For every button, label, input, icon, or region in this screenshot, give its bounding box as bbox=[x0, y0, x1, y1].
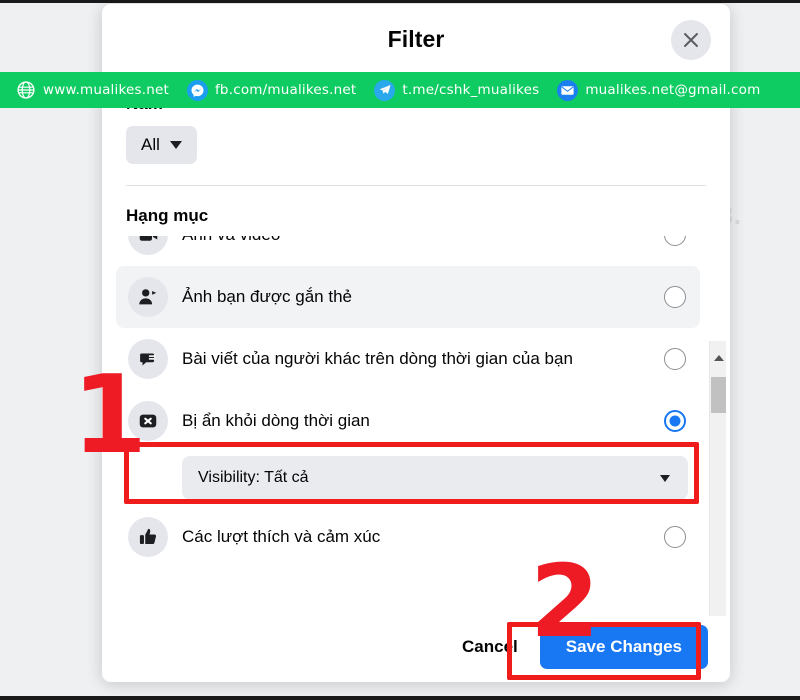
year-select-value: All bbox=[141, 135, 160, 154]
thumbs-up-icon bbox=[128, 517, 168, 557]
list-item[interactable]: Bị ẩn khỏi dòng thời gian bbox=[116, 390, 700, 452]
year-select[interactable]: All bbox=[126, 126, 197, 164]
list-item-radio[interactable] bbox=[664, 286, 686, 308]
list-item[interactable]: Bài viết của người khác trên dòng thời g… bbox=[116, 328, 700, 390]
list-item-radio[interactable] bbox=[664, 236, 686, 246]
chevron-down-icon bbox=[169, 141, 182, 149]
modal-title: Filter bbox=[387, 26, 445, 52]
banner-item-website[interactable]: www.mualikes.net bbox=[6, 80, 178, 101]
cancel-button[interactable]: Cancel bbox=[448, 627, 532, 667]
category-list-viewport: Ảnh và video Ảnh bạn được gắn thẻ bbox=[102, 236, 730, 616]
banner-item-email[interactable]: mualikes.net@gmail.com bbox=[548, 79, 769, 101]
globe-icon bbox=[15, 80, 36, 101]
list-item-label: Ảnh và video bbox=[182, 236, 650, 246]
list-item[interactable]: Các lượt thích và cảm xúc bbox=[116, 506, 700, 568]
category-list: Ảnh và video Ảnh bạn được gắn thẻ bbox=[116, 236, 700, 568]
telegram-icon bbox=[374, 79, 396, 101]
list-item[interactable]: Ảnh và video bbox=[116, 236, 700, 266]
save-changes-button[interactable]: Save Changes bbox=[539, 625, 708, 669]
email-icon bbox=[557, 79, 579, 101]
visibility-select-value: Visibility: Tất cả bbox=[198, 469, 309, 486]
list-item-radio[interactable] bbox=[664, 526, 686, 548]
frame-bottom-border bbox=[0, 696, 800, 700]
scrollbar-thumb[interactable] bbox=[711, 377, 726, 413]
banner-item-label: mualikes.net@gmail.com bbox=[585, 82, 761, 98]
list-item-label: Ảnh bạn được gắn thẻ bbox=[182, 286, 352, 306]
x-square-icon bbox=[128, 401, 168, 441]
watermark-banner: www.mualikes.net fb.com/mualikes.net t.m… bbox=[0, 72, 800, 108]
person-tag-icon bbox=[128, 277, 168, 317]
list-item-label: Bài viết của người khác trên dòng thời g… bbox=[182, 348, 573, 368]
category-heading: Hạng mục bbox=[126, 206, 209, 225]
comment-bubble-icon bbox=[128, 339, 168, 379]
list-item-radio[interactable] bbox=[664, 410, 686, 432]
frame-top-border bbox=[0, 0, 800, 3]
messenger-icon bbox=[186, 79, 208, 101]
banner-item-label: www.mualikes.net bbox=[43, 82, 169, 98]
list-item-label: Các lượt thích và cảm xúc bbox=[182, 526, 381, 546]
modal-footer: Cancel Save Changes bbox=[102, 616, 730, 682]
scroll-up-arrow-icon[interactable] bbox=[710, 349, 727, 366]
close-icon[interactable] bbox=[671, 19, 711, 60]
list-item[interactable]: Ảnh bạn được gắn thẻ bbox=[116, 266, 700, 328]
modal-header: Filter bbox=[102, 4, 730, 76]
modal-body: Năm All Hạng mục bbox=[102, 76, 730, 616]
chevron-down-icon bbox=[660, 474, 670, 482]
banner-item-telegram[interactable]: t.me/cshk_mualikes bbox=[365, 79, 548, 101]
list-scrollbar[interactable] bbox=[709, 341, 726, 616]
banner-item-label: t.me/cshk_mualikes bbox=[402, 82, 540, 98]
list-item-label: Bị ẩn khỏi dòng thời gian bbox=[182, 410, 370, 430]
banner-item-facebook[interactable]: fb.com/mualikes.net bbox=[178, 79, 365, 101]
list-item-radio[interactable] bbox=[664, 348, 686, 370]
photo-video-icon bbox=[128, 236, 168, 255]
visibility-select[interactable]: Visibility: Tất cả bbox=[182, 456, 688, 500]
banner-item-label: fb.com/mualikes.net bbox=[214, 82, 357, 98]
screenshot-root: 3. Filter Năm All Hạng mục bbox=[0, 0, 800, 700]
